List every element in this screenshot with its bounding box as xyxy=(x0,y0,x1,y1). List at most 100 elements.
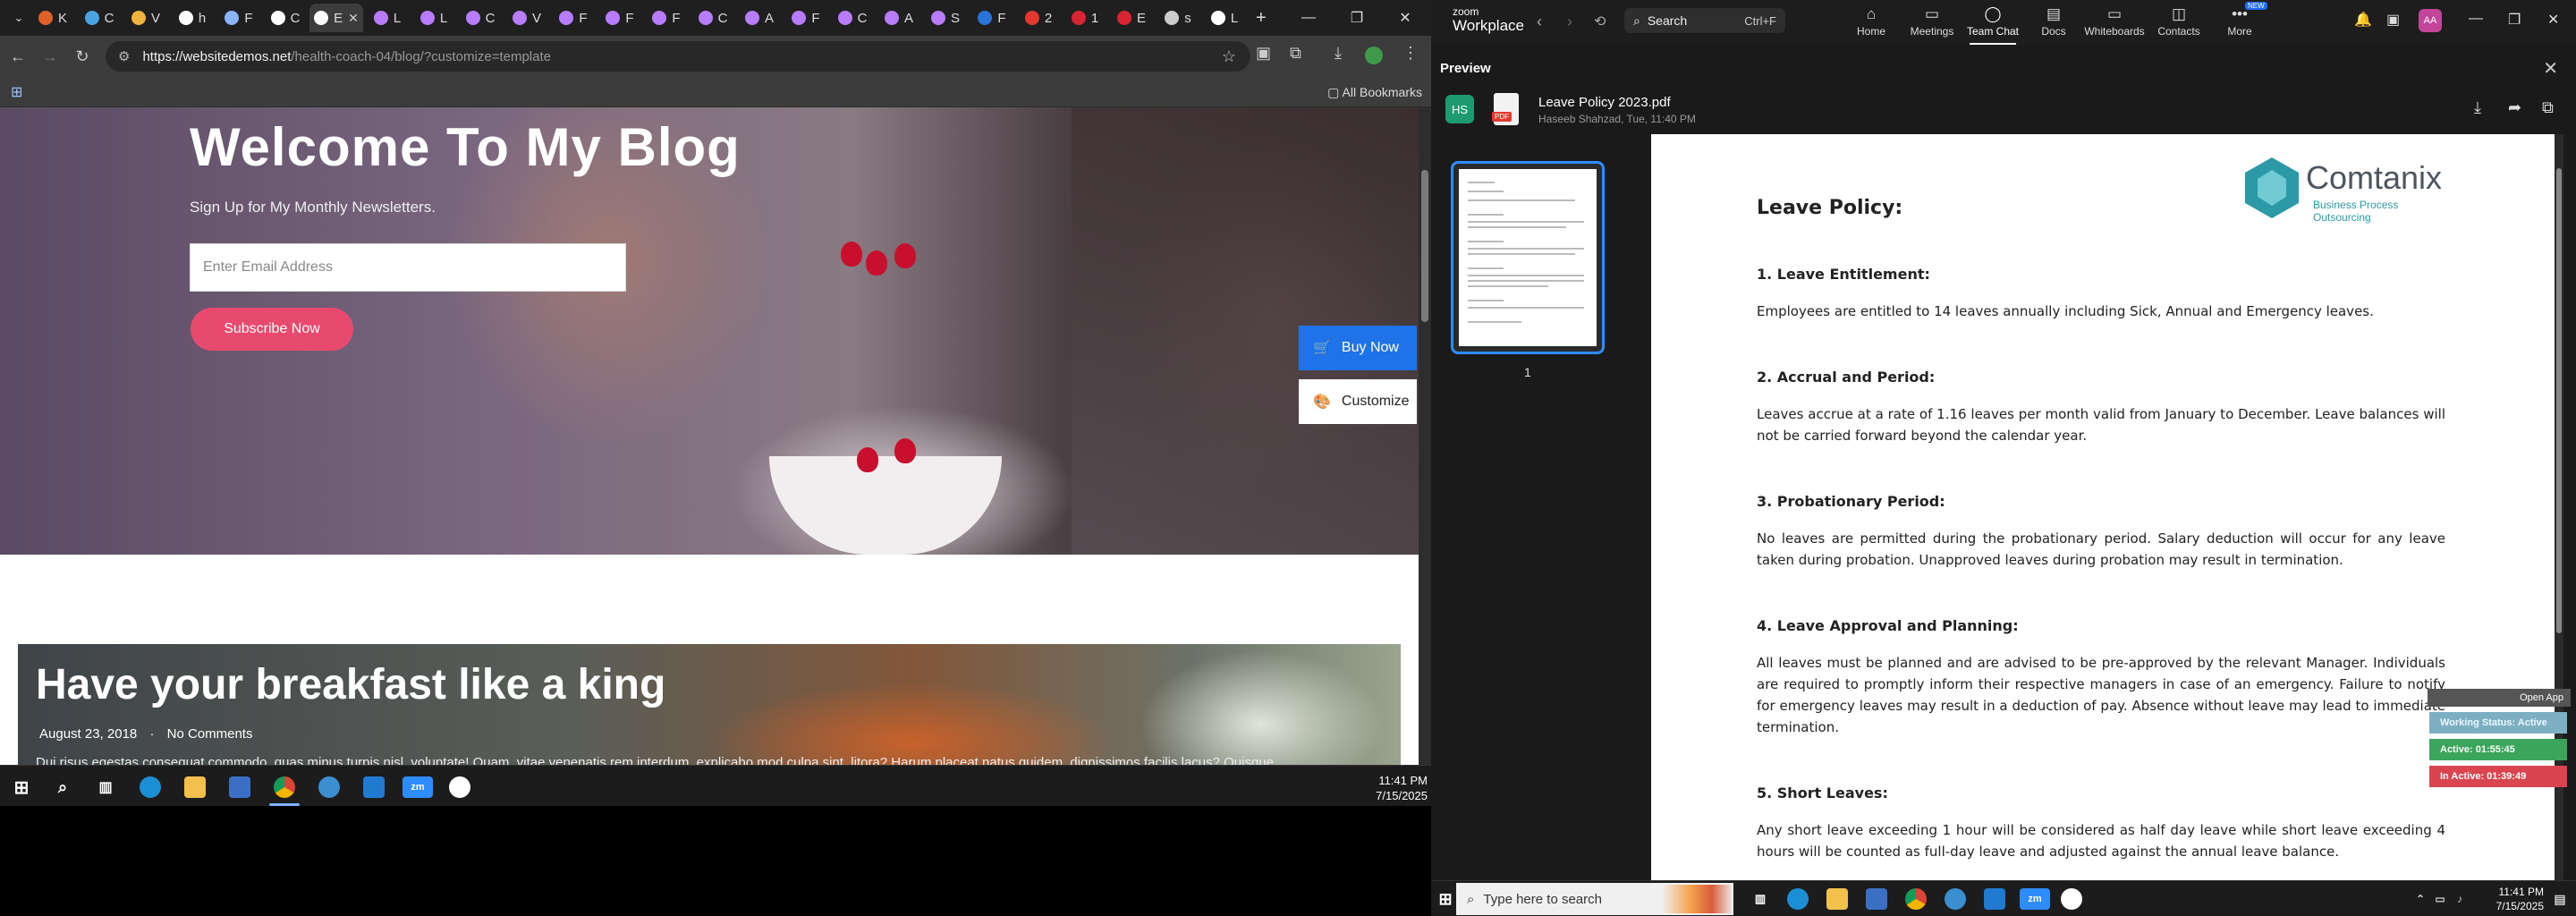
browser-tab[interactable]: A xyxy=(877,4,921,32)
forward-icon[interactable]: → xyxy=(34,47,66,66)
windows-start-icon[interactable]: ⊞ xyxy=(11,776,32,798)
browser-tab[interactable]: C xyxy=(691,4,735,32)
extensions-puzzle-icon[interactable]: ⧉ xyxy=(1290,44,1301,63)
zoom-nav-more[interactable]: ••• More NEW xyxy=(2207,2,2272,38)
minimize-icon[interactable]: — xyxy=(2469,11,2483,27)
browser-tab[interactable]: E ✕ xyxy=(309,4,363,32)
file-explorer-icon[interactable] xyxy=(184,776,206,798)
task-view-icon[interactable]: ▥ xyxy=(1750,888,1771,910)
vscode-icon[interactable] xyxy=(363,776,385,798)
taskbar-search-input[interactable]: ⌕ Type here to search xyxy=(1456,883,1733,915)
app-icon[interactable] xyxy=(1945,888,1966,910)
browser-tab[interactable]: F xyxy=(784,4,828,32)
site-info-icon[interactable]: ⚙ xyxy=(118,48,130,64)
close-preview-icon[interactable]: ✕ xyxy=(2543,57,2558,80)
zoom-nav-meetings[interactable]: ▭ Meetings xyxy=(1900,4,1964,38)
zoom-nav-team-chat[interactable]: ◯ Team Chat xyxy=(1961,4,2025,45)
scrollbar-thumb[interactable] xyxy=(2556,168,2562,633)
zoom-nav-home[interactable]: ⌂ Home xyxy=(1839,4,1903,38)
file-explorer-icon[interactable] xyxy=(1826,888,1848,910)
app-icon[interactable] xyxy=(2061,888,2082,910)
apps-icon[interactable]: ▣ xyxy=(2386,11,2400,29)
notification-bell-icon[interactable]: 🔔 xyxy=(2354,11,2372,29)
profile-avatar[interactable] xyxy=(1365,47,1383,64)
buy-now-button[interactable]: 🛒 Buy Now xyxy=(1299,326,1417,370)
browser-tab[interactable]: C xyxy=(830,4,875,32)
post-comments[interactable]: No Comments xyxy=(167,726,253,742)
download-icon[interactable]: ⤓ xyxy=(1335,44,1342,63)
blog-post-card[interactable]: Have your breakfast like a king August 2… xyxy=(18,644,1401,765)
edge-icon[interactable] xyxy=(140,776,161,798)
windows-start-icon[interactable]: ⊞ xyxy=(1435,888,1456,910)
app-icon[interactable] xyxy=(318,776,340,798)
zoom-search[interactable]: ⌕ Search Ctrl+F xyxy=(1624,8,1785,33)
system-clock[interactable]: 11:41 PM 7/15/2025 xyxy=(1376,773,1428,803)
share-icon[interactable]: ➦ xyxy=(2508,98,2521,117)
back-arrow-icon[interactable]: ‹ xyxy=(1537,13,1542,31)
browser-tab[interactable]: L xyxy=(365,4,410,32)
browser-tab[interactable]: F xyxy=(551,4,596,32)
task-view-icon[interactable]: ▥ xyxy=(95,776,116,798)
open-app-button[interactable]: Open App xyxy=(2428,689,2571,707)
browser-tab[interactable]: F xyxy=(970,4,1014,32)
browser-tab[interactable]: F xyxy=(644,4,689,32)
minimize-icon[interactable]: — xyxy=(1284,10,1333,26)
scrollbar-thumb[interactable] xyxy=(1421,170,1428,322)
browser-tab[interactable]: C xyxy=(263,4,308,32)
browser-menu-icon[interactable]: ⋮ xyxy=(1402,44,1419,63)
search-icon[interactable]: ⌕ xyxy=(52,776,73,798)
close-tab-icon[interactable]: ✕ xyxy=(348,11,359,26)
system-clock[interactable]: 11:41 PM 7/15/2025 xyxy=(2496,885,2544,913)
browser-tab[interactable]: E xyxy=(1109,4,1154,32)
browser-tab[interactable]: L xyxy=(1202,4,1247,32)
forward-arrow-icon[interactable]: › xyxy=(1567,13,1572,31)
zoom-nav-docs[interactable]: ▤ Docs xyxy=(2021,4,2086,38)
apps-grid-icon[interactable]: ⊞ xyxy=(11,83,22,101)
email-input[interactable]: Enter Email Address xyxy=(190,243,626,292)
browser-tab[interactable]: s xyxy=(1156,4,1200,32)
app-icon[interactable] xyxy=(449,776,470,798)
browser-tab[interactable]: C xyxy=(77,4,122,32)
all-bookmarks-button[interactable]: ▢ All Bookmarks xyxy=(1327,85,1422,100)
back-icon[interactable]: ← xyxy=(2,47,34,66)
tray-chevron-icon[interactable]: ⌃ xyxy=(2410,888,2431,910)
maximize-icon[interactable]: ❐ xyxy=(1333,9,1381,27)
zoom-nav-contacts[interactable]: ◫ Contacts xyxy=(2147,4,2211,38)
new-tab-button[interactable]: + xyxy=(1256,8,1267,29)
browser-tab[interactable]: S xyxy=(923,4,968,32)
zoom-taskbar-icon[interactable]: zm xyxy=(2020,888,2050,910)
browser-tab[interactable]: C xyxy=(458,4,503,32)
vscode-icon[interactable] xyxy=(1984,888,2005,910)
browser-tab[interactable]: F xyxy=(597,4,642,32)
browser-tab[interactable]: 2 xyxy=(1016,4,1061,32)
page-thumbnail[interactable] xyxy=(1451,161,1605,354)
edge-icon[interactable] xyxy=(1787,888,1809,910)
subscribe-button[interactable]: Subscribe Now xyxy=(191,308,353,351)
browser-tab[interactable]: V xyxy=(504,4,549,32)
zoom-nav-whiteboards[interactable]: ▭ Whiteboards xyxy=(2082,4,2147,38)
store-icon[interactable] xyxy=(229,776,250,798)
browser-tab[interactable]: V xyxy=(123,4,168,32)
network-icon[interactable]: ▭ xyxy=(2429,888,2451,910)
history-icon[interactable]: ⟲ xyxy=(1594,13,1606,30)
open-external-icon[interactable]: ⧉ xyxy=(2542,98,2554,117)
chrome-icon[interactable] xyxy=(274,776,295,798)
customize-button[interactable]: 🎨 Customize xyxy=(1299,379,1417,424)
reload-icon[interactable]: ↻ xyxy=(66,47,98,66)
browser-tab[interactable]: 1 xyxy=(1063,4,1107,32)
store-icon[interactable] xyxy=(1866,888,1887,910)
pdf-viewer[interactable]: Comtanix Business Process Outsourcing Le… xyxy=(1651,134,2563,880)
browser-tab[interactable]: A xyxy=(737,4,782,32)
avatar[interactable]: AA xyxy=(2419,9,2442,32)
maximize-icon[interactable]: ❐ xyxy=(2508,11,2521,29)
close-icon[interactable]: ✕ xyxy=(2547,11,2559,29)
post-title[interactable]: Have your breakfast like a king xyxy=(36,660,665,709)
browser-tab[interactable]: h xyxy=(170,4,215,32)
bookmark-star-icon[interactable]: ☆ xyxy=(1222,47,1236,66)
browser-tab[interactable]: L xyxy=(411,4,456,32)
notifications-icon[interactable]: ▤ xyxy=(2549,888,2571,910)
browser-tab[interactable]: K xyxy=(30,4,75,32)
page-scrollbar[interactable] xyxy=(1419,107,1431,765)
volume-icon[interactable]: ♪ xyxy=(2449,888,2470,910)
browser-tab[interactable]: F xyxy=(216,4,261,32)
